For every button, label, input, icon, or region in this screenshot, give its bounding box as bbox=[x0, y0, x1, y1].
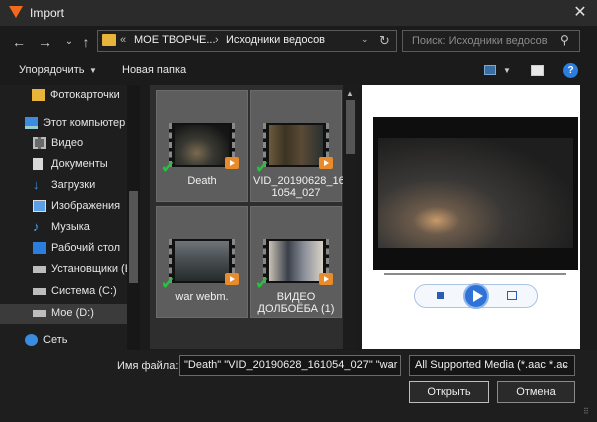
documents-icon bbox=[33, 158, 43, 170]
sidebar-item-label: Мое (D:) bbox=[51, 307, 94, 319]
help-icon[interactable]: ? bbox=[563, 63, 578, 78]
file-name: VID_20190628_16 1054_027 bbox=[253, 175, 343, 199]
recent-locations-chevron-icon[interactable]: ⌄ bbox=[60, 33, 78, 51]
file-tile-video-dolboeba[interactable]: ✔ ВИДЕО ДОЛБОЁБА (1) bbox=[250, 206, 342, 318]
file-tile-death[interactable]: ✔ Death bbox=[156, 90, 248, 202]
sidebar-item-label: Система (C:) bbox=[51, 285, 117, 297]
breadcrumb-separator-icon[interactable]: › bbox=[215, 34, 219, 46]
folder-icon bbox=[102, 34, 116, 46]
navigation-pane: Фотокарточки Этот компьютер Видео Докуме… bbox=[0, 85, 140, 350]
sidebar-scrollbar-thumb[interactable] bbox=[129, 191, 138, 283]
address-dropdown-icon[interactable]: ⌄ bbox=[361, 34, 369, 45]
file-name: ВИДЕО ДОЛБОЁБА (1) bbox=[253, 291, 339, 315]
sidebar-item-label: Изображения bbox=[51, 200, 121, 212]
seek-bar[interactable] bbox=[384, 273, 566, 275]
sidebar-item-label: Загрузки bbox=[51, 179, 96, 191]
sidebar-item-label: Сеть bbox=[43, 334, 68, 346]
address-bar[interactable]: « МОЕ ТВОРЧЕ... › Исходники ведосов ⌄ ↻ bbox=[97, 30, 397, 52]
window-title: Import bbox=[30, 6, 65, 20]
file-list-scrollbar-thumb[interactable] bbox=[346, 100, 355, 154]
video-frame bbox=[269, 125, 323, 165]
scroll-up-arrow-icon[interactable]: ▲ bbox=[346, 89, 354, 98]
video-play-badge-icon bbox=[225, 273, 239, 285]
file-name-line: ВИДЕО bbox=[276, 291, 316, 303]
app-logo-icon bbox=[9, 6, 23, 18]
sidebar-item-label: Музыка bbox=[51, 221, 90, 233]
sidebar-item-label: Рабочий стол bbox=[51, 242, 121, 254]
drive-icon bbox=[33, 288, 46, 295]
file-tile-vid-20190628[interactable]: ✔ VID_20190628_16 1054_027 bbox=[250, 90, 343, 202]
path-overflow-chevron[interactable]: « bbox=[120, 34, 126, 46]
organize-button[interactable]: Упорядочить bbox=[19, 64, 84, 76]
search-placeholder: Поиск: Исходники ведосов bbox=[412, 35, 548, 47]
search-icon[interactable]: ⚲ bbox=[560, 33, 569, 47]
video-play-badge-icon bbox=[319, 157, 333, 169]
chevron-down-icon[interactable]: ▼ bbox=[503, 66, 511, 75]
video-frame bbox=[175, 125, 229, 165]
music-icon: ♪ bbox=[33, 219, 40, 234]
file-name: war webm. bbox=[175, 291, 229, 303]
file-name-line: ДОЛБОЁБА (1) bbox=[257, 303, 335, 315]
chevron-down-icon[interactable]: ⌄ bbox=[562, 360, 569, 369]
sidebar-item-label: Документы bbox=[51, 158, 108, 170]
sidebar-item-label: Видео bbox=[51, 137, 84, 149]
refresh-icon[interactable]: ↻ bbox=[379, 33, 390, 49]
file-type-select[interactable]: All Supported Media (*.aac *.ac bbox=[409, 355, 575, 376]
video-frame bbox=[269, 241, 323, 281]
cancel-button[interactable]: Отмена bbox=[497, 381, 575, 403]
network-icon bbox=[25, 334, 38, 346]
folder-icon bbox=[32, 89, 45, 101]
downloads-icon: ↓ bbox=[33, 177, 40, 192]
back-arrow-icon[interactable]: ← bbox=[10, 33, 28, 51]
sidebar-item-label: Установщики (E bbox=[51, 263, 133, 275]
stop-icon[interactable] bbox=[437, 292, 444, 299]
title-bar bbox=[0, 0, 597, 26]
video-frame bbox=[175, 241, 229, 281]
close-icon[interactable]: ✕ bbox=[570, 3, 590, 23]
file-tile-war-webm[interactable]: ✔ war webm. bbox=[156, 206, 248, 318]
pictures-icon bbox=[33, 200, 46, 212]
filename-label: Имя файла: bbox=[117, 360, 179, 372]
breadcrumb-segment[interactable]: МОЕ ТВОРЧЕ... bbox=[134, 34, 216, 46]
file-list: ✔ Death ✔ VID_20190628_16 1054_027 ✔ war… bbox=[150, 85, 343, 349]
change-view-icon[interactable] bbox=[484, 65, 496, 75]
file-name: Death bbox=[187, 175, 217, 187]
filename-input[interactable]: "Death" "VID_20190628_161054_027" "war w bbox=[179, 355, 401, 376]
video-folder-icon bbox=[33, 137, 46, 149]
preview-pane-icon[interactable] bbox=[531, 65, 544, 76]
chevron-down-icon[interactable]: ⌄ bbox=[388, 360, 395, 369]
video-play-badge-icon bbox=[225, 157, 239, 169]
computer-icon bbox=[25, 117, 38, 129]
drive-icon bbox=[33, 266, 46, 273]
sidebar-item-label: Фотокарточки bbox=[50, 89, 120, 101]
new-folder-button[interactable]: Новая папка bbox=[122, 64, 186, 76]
video-preview-frame bbox=[378, 138, 573, 248]
chevron-down-icon[interactable]: ▼ bbox=[89, 66, 97, 75]
open-external-icon[interactable] bbox=[507, 291, 517, 300]
search-input[interactable]: Поиск: Исходники ведосов ⚲ bbox=[402, 30, 580, 52]
sidebar-item-label: Этот компьютер bbox=[43, 117, 126, 129]
video-play-badge-icon bbox=[319, 273, 333, 285]
breadcrumb-segment[interactable]: Исходники ведосов bbox=[226, 34, 325, 46]
file-name-line: VID_20190628_16 bbox=[253, 175, 343, 187]
drive-icon bbox=[33, 310, 46, 317]
play-icon[interactable] bbox=[463, 283, 489, 309]
file-name-line: 1054_027 bbox=[271, 187, 321, 199]
forward-arrow-icon[interactable]: → bbox=[36, 33, 54, 51]
desktop-icon bbox=[33, 242, 46, 254]
up-arrow-icon[interactable]: ↑ bbox=[77, 33, 95, 51]
open-button[interactable]: Открыть bbox=[409, 381, 489, 403]
resize-grip-icon[interactable]: ⠿ bbox=[583, 407, 589, 416]
